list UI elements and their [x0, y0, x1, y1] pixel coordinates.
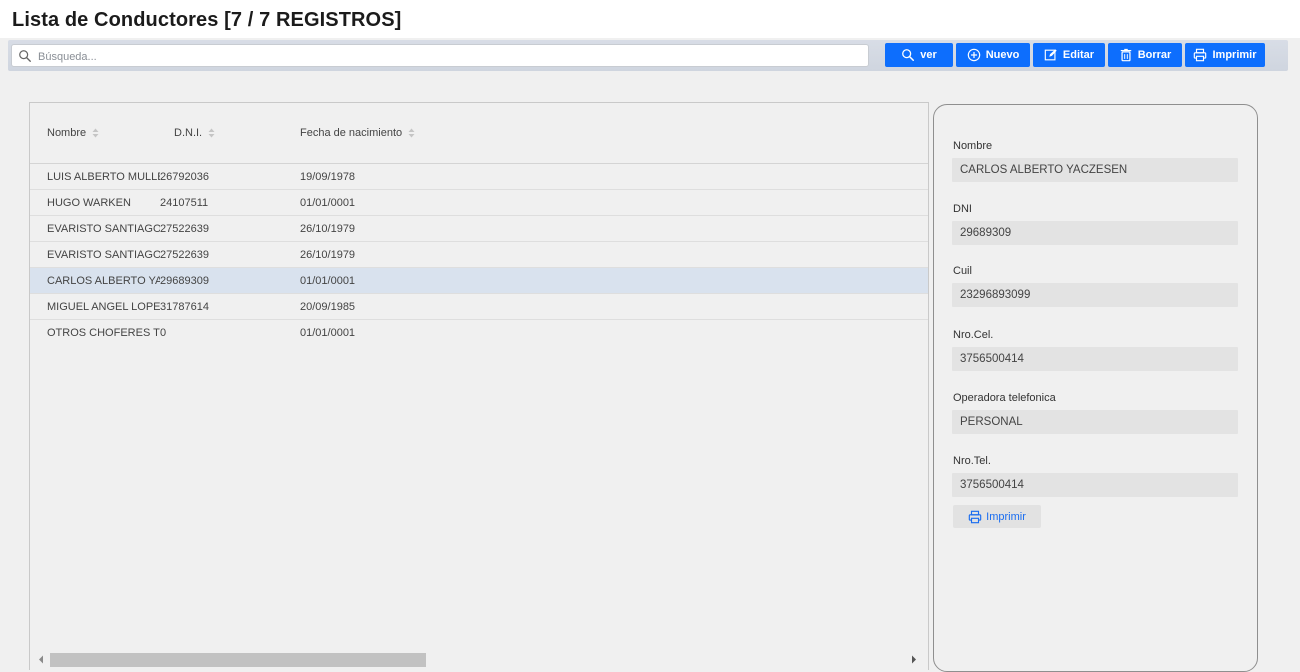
- column-header-label: Nombre: [47, 127, 87, 139]
- sort-icon: [208, 128, 215, 138]
- drivers-table: Nombre D.N.I. Fecha de nacimiento LUIS A…: [29, 102, 929, 670]
- detail-label-operadora: Operadora telefonica: [953, 392, 1056, 404]
- plus-circle-icon: [967, 48, 980, 62]
- detail-label-cuil: Cuil: [953, 265, 972, 277]
- search-icon: [902, 49, 915, 61]
- detail-label-dni: DNI: [953, 203, 972, 215]
- column-header-dni[interactable]: D.N.I.: [174, 127, 215, 139]
- edit-button-label: Editar: [1062, 49, 1095, 61]
- detail-print-label: Imprimir: [986, 510, 1026, 523]
- delete-button[interactable]: Borrar: [1108, 43, 1182, 67]
- column-header-nombre[interactable]: Nombre: [47, 127, 99, 139]
- print-button-label: Imprimir: [1212, 49, 1257, 61]
- table-row[interactable]: MIGUEL ANGEL LOPEZ 31787614 20/09/1985: [30, 294, 928, 320]
- cell-dni: 27522639: [160, 223, 209, 235]
- view-button[interactable]: ver: [885, 43, 953, 67]
- detail-panel: Nombre CARLOS ALBERTO YACZESEN DNI 29689…: [933, 104, 1258, 672]
- horizontal-scrollbar[interactable]: [30, 650, 928, 670]
- sort-icon: [92, 128, 99, 138]
- cell-fecha: 26/10/1979: [300, 223, 356, 235]
- column-header-label: D.N.I.: [174, 127, 203, 139]
- detail-value-operadora: PERSONAL: [952, 410, 1238, 434]
- page-title: Lista de Conductores [7 / 7 REGISTROS]: [12, 9, 402, 31]
- cell-fecha: 26/10/1979: [300, 249, 356, 261]
- edit-icon: [1044, 49, 1057, 61]
- search-input[interactable]: [36, 46, 860, 67]
- cell-dni: 27522639: [160, 249, 209, 261]
- table-row[interactable]: OTROS CHOFERES TERCEROS 0 01/01/0001: [30, 320, 928, 346]
- sort-icon: [408, 128, 415, 138]
- cell-fecha: 01/01/0001: [300, 275, 356, 287]
- trash-icon: [1120, 48, 1131, 62]
- detail-value-nombre: CARLOS ALBERTO YACZESEN: [952, 158, 1238, 182]
- cell-dni: 24107511: [160, 197, 209, 209]
- edit-button[interactable]: Editar: [1033, 43, 1105, 67]
- cell-dni: 0: [160, 327, 167, 339]
- cell-fecha: 19/09/1978: [300, 171, 356, 183]
- cell-dni: 29689309: [160, 275, 209, 287]
- scrollbar-thumb[interactable]: [50, 653, 426, 667]
- table-row[interactable]: EVARISTO SANTIAGO 27522639 26/10/1979: [30, 216, 928, 242]
- print-button[interactable]: Imprimir: [1185, 43, 1265, 67]
- cell-nombre: MIGUEL ANGEL LOPEZ: [47, 301, 160, 313]
- toolbar: ver Nuevo Editar Borrar I: [8, 40, 1288, 71]
- scroll-left-arrow-icon[interactable]: [38, 655, 44, 664]
- cell-fecha: 20/09/1985: [300, 301, 356, 313]
- detail-value-nro-tel: 3756500414: [952, 473, 1238, 497]
- cell-dni: 26792036: [160, 171, 209, 183]
- view-button-label: ver: [920, 49, 937, 61]
- column-header-label: Fecha de nacimiento: [300, 127, 403, 139]
- column-header-fecha[interactable]: Fecha de nacimiento: [300, 127, 415, 139]
- scroll-right-arrow-icon[interactable]: [911, 655, 917, 664]
- detail-value-cuil: 23296893099: [952, 283, 1238, 307]
- table-row[interactable]: EVARISTO SANTIAGO 27522639 26/10/1979: [30, 242, 928, 268]
- search-icon: [19, 50, 31, 62]
- detail-print-button[interactable]: Imprimir: [953, 505, 1041, 528]
- new-button-label: Nuevo: [985, 49, 1020, 61]
- detail-label-nro-tel: Nro.Tel.: [953, 455, 991, 467]
- cell-nombre: EVARISTO SANTIAGO: [47, 223, 160, 235]
- table-header: Nombre D.N.I. Fecha de nacimiento: [30, 103, 928, 164]
- new-button[interactable]: Nuevo: [956, 43, 1030, 67]
- detail-value-nro-cel: 3756500414: [952, 347, 1238, 371]
- table-row-selected[interactable]: CARLOS ALBERTO YACZESEN 29689309 01/01/0…: [30, 268, 928, 294]
- cell-nombre: CARLOS ALBERTO YACZESEN: [47, 275, 160, 287]
- cell-fecha: 01/01/0001: [300, 327, 356, 339]
- cell-dni: 31787614: [160, 301, 209, 313]
- cell-nombre: LUIS ALBERTO MULLER: [47, 171, 160, 183]
- table-row[interactable]: LUIS ALBERTO MULLER 26792036 19/09/1978: [30, 164, 928, 190]
- cell-nombre: EVARISTO SANTIAGO: [47, 249, 160, 261]
- cell-fecha: 01/01/0001: [300, 197, 356, 209]
- table-row[interactable]: HUGO WARKEN 24107511 01/01/0001: [30, 190, 928, 216]
- delete-button-label: Borrar: [1137, 49, 1172, 61]
- search-box[interactable]: [11, 44, 869, 67]
- detail-value-dni: 29689309: [952, 221, 1238, 245]
- cell-nombre: HUGO WARKEN: [47, 197, 131, 209]
- detail-label-nombre: Nombre: [953, 140, 993, 152]
- detail-label-nro-cel: Nro.Cel.: [953, 329, 994, 341]
- printer-icon: [968, 510, 982, 523]
- cell-nombre: OTROS CHOFERES TERCEROS: [47, 327, 160, 339]
- printer-icon: [1194, 48, 1207, 62]
